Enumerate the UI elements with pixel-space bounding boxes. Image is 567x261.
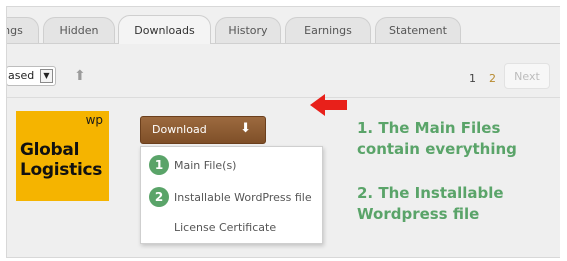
- chevron-down-icon[interactable]: ▼: [40, 69, 53, 83]
- page-1-current: 1: [469, 72, 476, 85]
- menu-item-label: Installable WordPress file: [174, 191, 312, 204]
- step-number-badge: 2: [149, 187, 169, 207]
- page-2-link[interactable]: 2: [489, 72, 496, 85]
- download-button-label: Download: [152, 123, 207, 136]
- logo-wp-badge: wp: [85, 113, 103, 127]
- callout-line: Wordpress file: [357, 205, 480, 223]
- menu-item-label: Main File(s): [174, 159, 237, 172]
- callout-installable-file: 2. The Installable Wordpress file: [357, 183, 504, 225]
- menu-item-label: License Certificate: [174, 221, 277, 234]
- sort-select[interactable]: ased ▼: [7, 66, 56, 86]
- downloads-panel: ngs Hidden Downloads History Earnings St…: [6, 6, 560, 258]
- logo-text-line2: Logistics: [20, 160, 103, 180]
- tab-hidden[interactable]: Hidden: [43, 17, 115, 43]
- download-item-row: wp Global Logistics Download ⬇ 1 Main Fi…: [7, 97, 560, 257]
- tab-earnings[interactable]: Earnings: [285, 17, 371, 43]
- sort-select-value: ased: [8, 69, 35, 82]
- callout-main-files: 1. The Main Files contain everything: [357, 118, 517, 160]
- tab-statement[interactable]: Statement: [375, 17, 461, 43]
- next-page-button[interactable]: Next: [504, 63, 550, 89]
- tab-bar: ngs Hidden Downloads History Earnings St…: [7, 7, 560, 44]
- menu-item-main-files[interactable]: 1 Main File(s): [141, 153, 322, 179]
- download-button[interactable]: Download ⬇: [140, 116, 266, 144]
- arrow-up-icon[interactable]: ⬆: [74, 68, 86, 84]
- callout-line: 1. The Main Files: [357, 119, 501, 137]
- callout-line: 2. The Installable: [357, 184, 504, 202]
- logo-text-line1: Global: [20, 140, 80, 160]
- tab-settings[interactable]: ngs: [7, 17, 39, 43]
- menu-item-license-certificate[interactable]: License Certificate: [141, 215, 322, 241]
- toolbar: ased ▼ ⬆ 1 2 Next: [7, 59, 560, 93]
- tab-downloads[interactable]: Downloads: [118, 15, 211, 44]
- tab-history[interactable]: History: [215, 17, 281, 43]
- item-thumbnail-logo[interactable]: wp Global Logistics: [16, 111, 109, 201]
- download-dropdown-menu: 1 Main File(s) 2 Installable WordPress f…: [140, 146, 323, 244]
- step-number-badge: 1: [149, 155, 169, 175]
- arrow-down-icon: ⬇: [240, 121, 251, 136]
- arrow-left-icon: [310, 94, 347, 116]
- menu-item-installable-wordpress[interactable]: 2 Installable WordPress file: [141, 185, 322, 211]
- screenshot-frame: ngs Hidden Downloads History Earnings St…: [0, 0, 567, 261]
- callout-line: contain everything: [357, 140, 517, 158]
